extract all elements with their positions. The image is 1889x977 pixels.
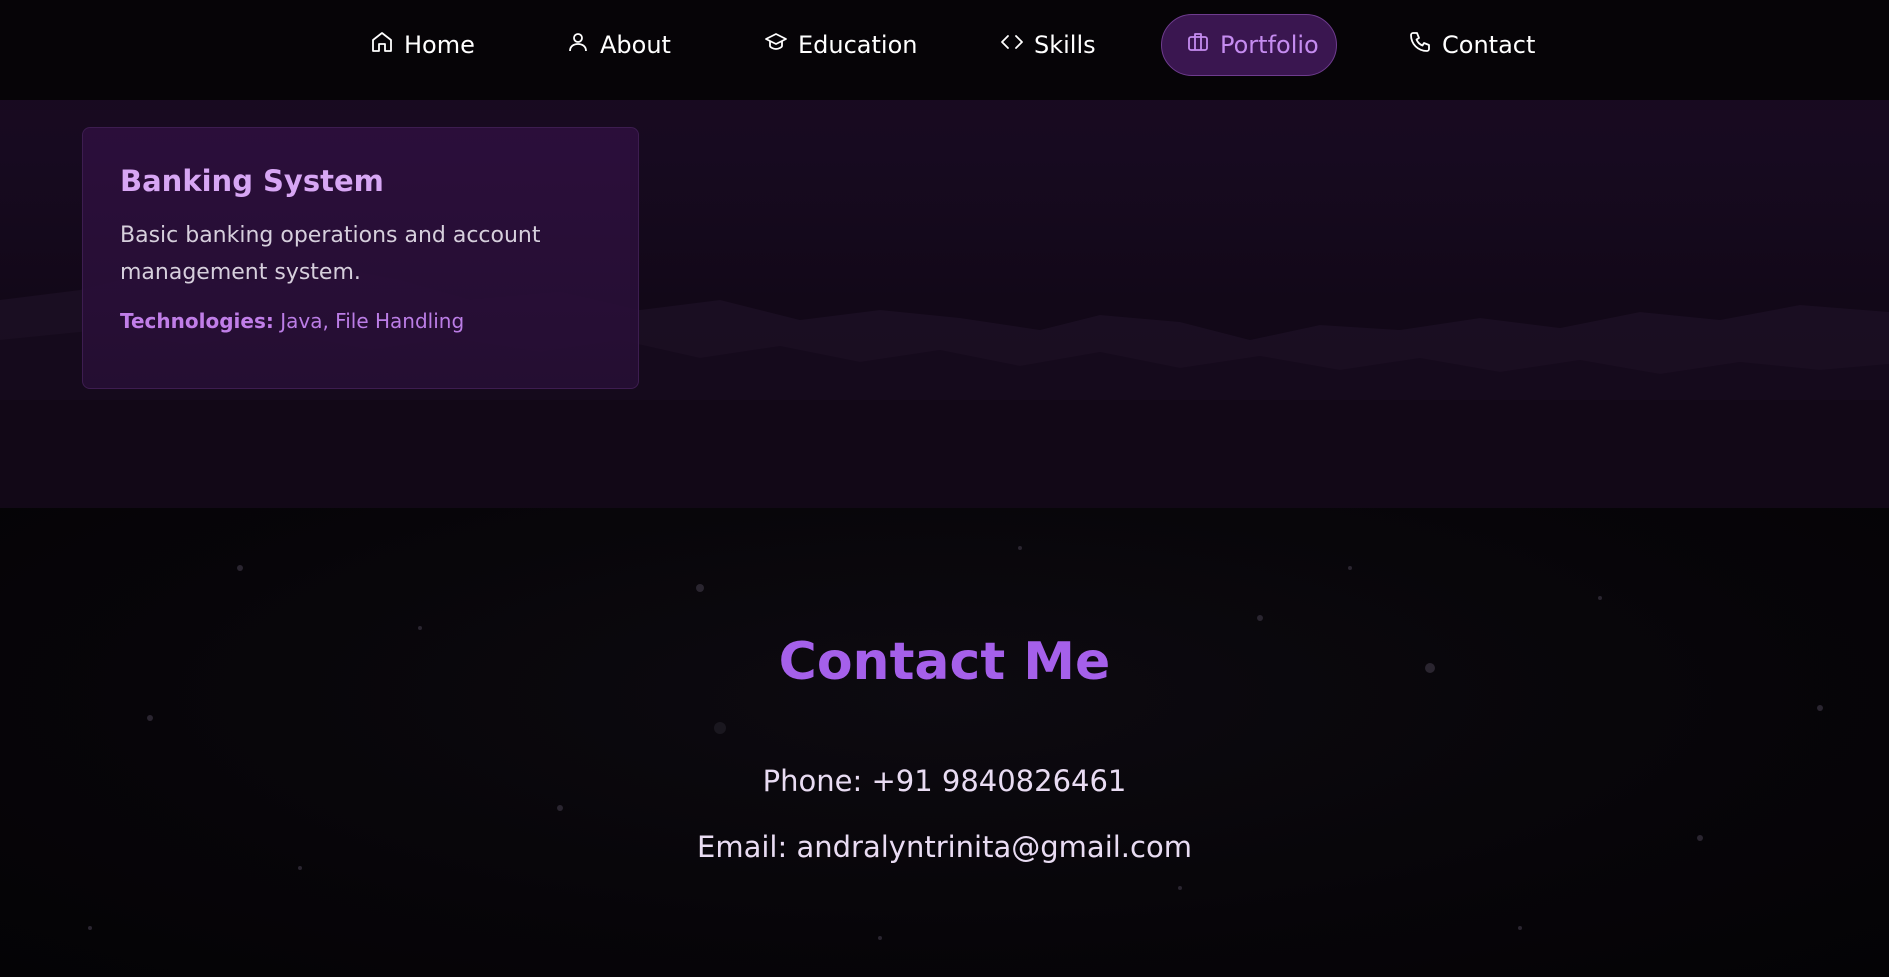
nav-item-skills[interactable]: Skills	[1000, 14, 1096, 76]
contact-email[interactable]: Email: andralyntrinita@gmail.com	[0, 830, 1889, 864]
phone-icon	[1408, 30, 1432, 60]
project-technologies: Technologies: Java, File Handling	[120, 309, 601, 333]
nav-item-label: Skills	[1034, 31, 1096, 59]
nav-item-label: Portfolio	[1220, 31, 1319, 59]
technologies-values: Java, File Handling	[280, 308, 465, 333]
nav-item-label: About	[600, 31, 671, 59]
home-icon	[370, 30, 394, 60]
project-description: Basic banking operations and account man…	[120, 222, 541, 285]
nav-item-contact[interactable]: Contact	[1408, 14, 1535, 76]
nav-item-label: Education	[798, 31, 918, 59]
nav-item-education[interactable]: Education	[764, 14, 917, 76]
contact-phone: Phone: +91 9840826461	[762, 764, 1127, 798]
project-title: Banking System	[120, 164, 384, 198]
page: Home About Education Skills Portfolio Co…	[0, 0, 1889, 977]
project-card[interactable]: Banking System Basic banking operations …	[82, 127, 639, 389]
graduation-cap-icon	[764, 30, 788, 60]
nav-item-label: Contact	[1442, 31, 1536, 59]
nav-item-portfolio[interactable]: Portfolio	[1161, 14, 1337, 76]
contact-section: Contact Me Phone: +91 9840826461 Email: …	[0, 508, 1889, 977]
code-icon	[1000, 30, 1024, 60]
nav-item-about[interactable]: About	[566, 14, 671, 76]
technologies-label: Technologies:	[120, 308, 274, 333]
starfield-backdrop	[88, 546, 1823, 940]
briefcase-icon	[1186, 30, 1210, 60]
contact-heading: Contact Me	[778, 632, 1111, 692]
navbar: Home About Education Skills Portfolio Co…	[0, 0, 1889, 100]
nav-item-home[interactable]: Home	[370, 14, 475, 76]
nav-items: Home About Education Skills Portfolio Co…	[0, 14, 1889, 76]
nav-item-label: Home	[404, 31, 475, 59]
user-icon	[566, 30, 590, 60]
